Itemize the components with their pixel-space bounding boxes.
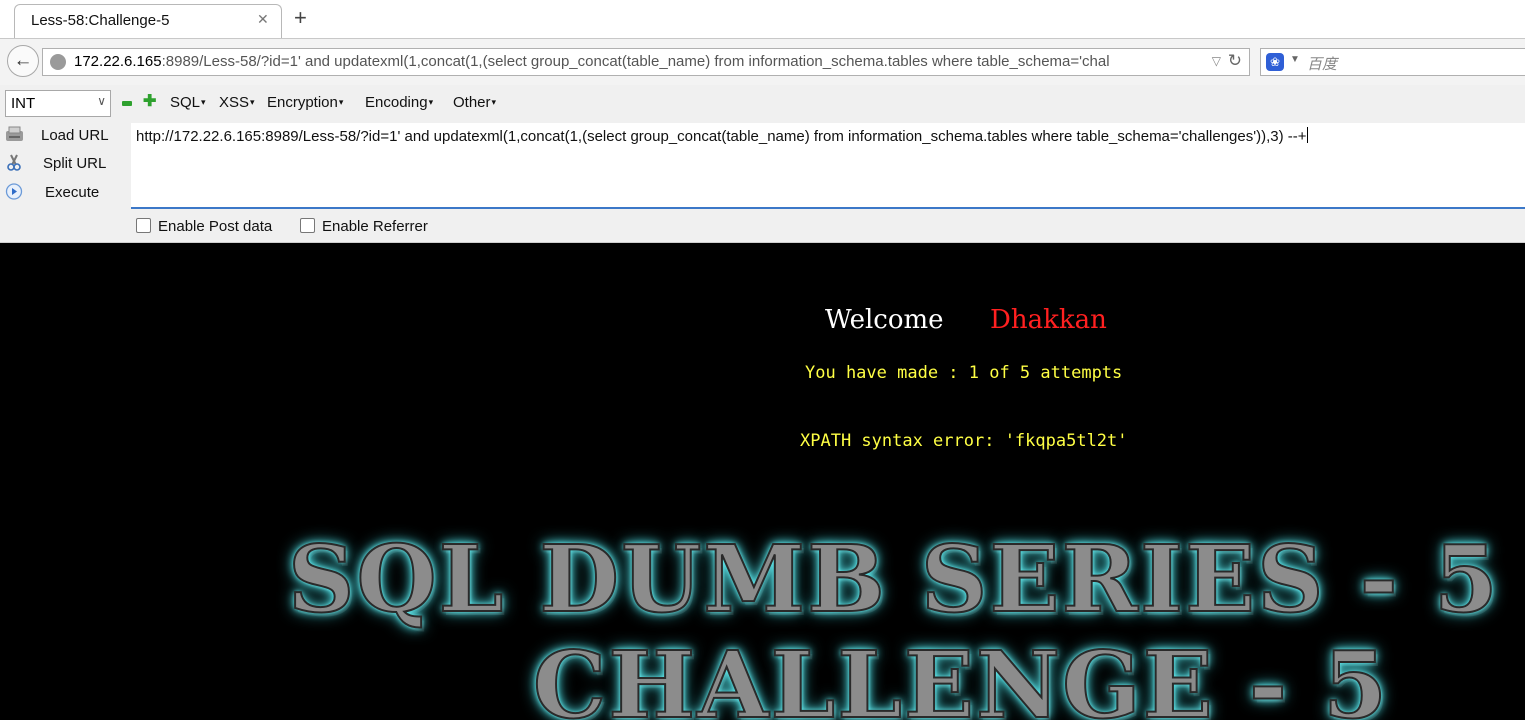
tab-title: Less-58:Challenge-5	[31, 12, 170, 29]
banner-subtitle: CHALLENGE - 5	[532, 630, 1390, 720]
scissors-icon	[7, 154, 21, 171]
load-url-icon	[6, 126, 23, 141]
tab-bar: Less-58:Challenge-5 ✕ +	[0, 0, 1525, 39]
hackbar-panel: INT ∨ ✚ SQL▾ XSS▾ Encryption▾ Encoding▾ …	[0, 85, 1525, 243]
checkbox-box[interactable]	[300, 218, 315, 233]
back-button[interactable]: ←	[7, 45, 39, 77]
checkbox-box[interactable]	[136, 218, 151, 233]
address-text: 172.22.6.165:8989/Less-58/?id=1' and upd…	[74, 53, 1199, 70]
menu-sql[interactable]: SQL▾	[170, 94, 206, 111]
username-text: Dhakkan	[990, 305, 1107, 335]
type-select[interactable]: INT ∨	[5, 90, 111, 117]
address-bar[interactable]: 172.22.6.165:8989/Less-58/?id=1' and upd…	[42, 48, 1250, 76]
menu-sql-label: SQL	[170, 94, 201, 111]
dropdown-triangle-icon[interactable]: ▽	[1212, 54, 1221, 68]
menu-encoding[interactable]: Encoding▾	[365, 94, 433, 111]
play-icon	[5, 183, 23, 200]
increase-icon[interactable]: ✚	[143, 94, 156, 110]
execute-label: Execute	[45, 184, 100, 201]
split-url-label: Split URL	[43, 155, 107, 172]
chevron-down-icon[interactable]: ▼	[1290, 54, 1300, 65]
url-textarea[interactable]: http://172.22.6.165:8989/Less-58/?id=1' …	[131, 123, 1525, 209]
globe-icon	[50, 54, 66, 70]
menu-xss[interactable]: XSS▾	[219, 94, 255, 111]
page-content: Welcome Dhakkan You have made : 1 of 5 a…	[0, 243, 1525, 720]
execute-button[interactable]: Execute	[0, 180, 130, 206]
text-cursor	[1306, 127, 1308, 143]
welcome-text: Welcome	[825, 305, 944, 335]
address-host: 172.22.6.165	[74, 53, 162, 70]
enable-referrer-label: Enable Referrer	[322, 218, 428, 235]
menu-xss-label: XSS	[219, 94, 250, 111]
menu-other-label: Other	[453, 94, 491, 111]
reload-icon[interactable]: ↻	[1228, 51, 1242, 71]
enable-referrer-checkbox[interactable]: Enable Referrer	[300, 218, 428, 235]
new-tab-button[interactable]: +	[294, 6, 307, 30]
menu-encryption-label: Encryption	[267, 94, 338, 111]
url-textarea-text: http://172.22.6.165:8989/Less-58/?id=1' …	[136, 128, 1307, 145]
search-box[interactable]: ❀ ▼ 百度	[1260, 48, 1525, 76]
menu-encryption[interactable]: Encryption▾	[267, 94, 343, 111]
search-placeholder: 百度	[1307, 56, 1338, 73]
arrow-left-icon: ←	[13, 50, 33, 71]
menu-encoding-label: Encoding	[365, 94, 428, 111]
attempts-text: You have made : 1 of 5 attempts	[805, 363, 1123, 383]
type-select-value: INT	[11, 95, 36, 112]
decrease-icon[interactable]	[122, 101, 132, 106]
address-path: :8989/Less-58/?id=1' and updatexml(1,con…	[161, 53, 1110, 70]
paw-icon[interactable]: ❀	[1266, 53, 1284, 71]
enable-post-checkbox[interactable]: Enable Post data	[136, 218, 272, 235]
menu-other[interactable]: Other▾	[453, 94, 496, 111]
enable-post-label: Enable Post data	[158, 218, 273, 235]
navigation-bar: ← 172.22.6.165:8989/Less-58/?id=1' and u…	[0, 39, 1525, 85]
banner-title: SQL DUMB SERIES - 5	[287, 524, 1500, 634]
error-message: XPATH syntax error: 'fkqpa5tl2t'	[800, 431, 1128, 451]
tab-active[interactable]: Less-58:Challenge-5 ✕	[14, 4, 282, 38]
load-url-label: Load URL	[41, 127, 109, 144]
split-url-button[interactable]: Split URL	[0, 151, 130, 177]
load-url-button[interactable]: Load URL	[0, 123, 130, 149]
close-icon[interactable]: ✕	[257, 11, 269, 28]
chevron-down-icon: ∨	[97, 94, 106, 108]
